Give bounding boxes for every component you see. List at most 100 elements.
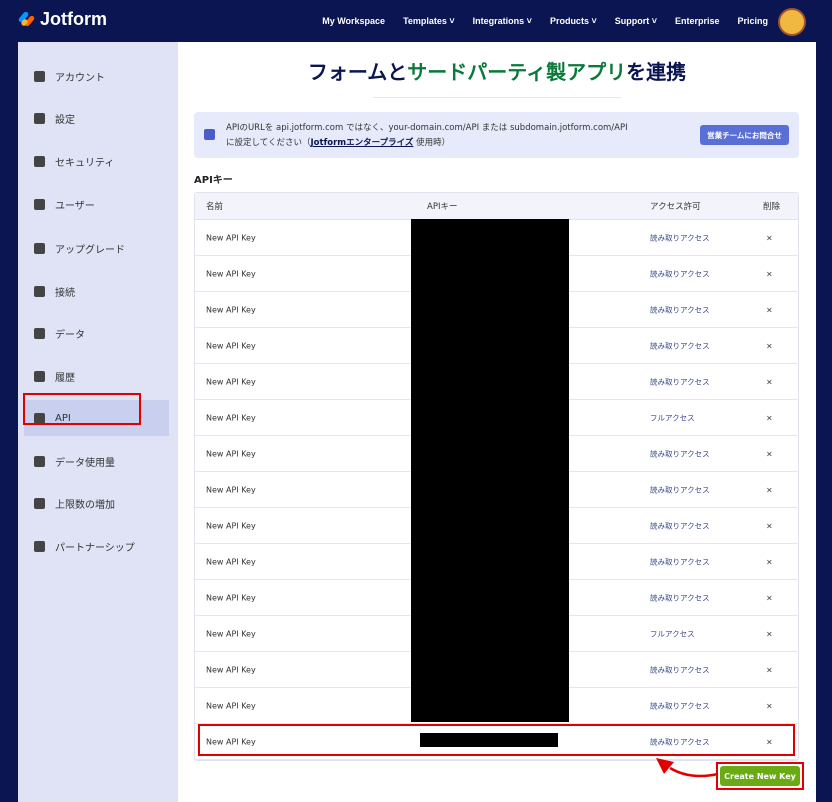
- delete-icon[interactable]: ×: [766, 269, 773, 278]
- nav-link[interactable]: Pricing: [737, 16, 768, 26]
- access-dropdown[interactable]: 読み取りアクセス: [650, 520, 710, 531]
- key-name: New API Key: [206, 485, 256, 494]
- sidebar-item[interactable]: ユーザー: [24, 186, 169, 222]
- delete-icon[interactable]: ×: [766, 665, 773, 674]
- access-dropdown[interactable]: フルアクセス: [650, 628, 695, 639]
- sidebar-item-label: アップグレード: [55, 244, 125, 256]
- divider: [373, 97, 621, 98]
- gift-icon: [34, 497, 45, 509]
- brand-name: Jotform: [40, 9, 107, 29]
- contact-sales-button[interactable]: 営業チームにお問合せ: [700, 125, 789, 145]
- delete-icon[interactable]: ×: [766, 485, 773, 494]
- section-title: APIキー: [194, 175, 233, 186]
- access-dropdown[interactable]: 読み取りアクセス: [650, 340, 710, 351]
- avatar[interactable]: [778, 8, 806, 36]
- key-name: New API Key: [206, 233, 256, 242]
- header-api-key: APIキー: [427, 202, 458, 212]
- access-dropdown[interactable]: 読み取りアクセス: [650, 556, 710, 567]
- sidebar-item-label: 設定: [55, 114, 75, 126]
- sidebar-item-label: 履歴: [55, 372, 75, 384]
- api-highlight-box: [23, 393, 141, 425]
- delete-icon[interactable]: ×: [766, 629, 773, 638]
- access-dropdown[interactable]: フルアクセス: [650, 412, 695, 423]
- delete-icon[interactable]: ×: [766, 557, 773, 566]
- plug-icon: [34, 285, 45, 297]
- sidebar-item-label: ユーザー: [55, 200, 95, 212]
- sidebar-item[interactable]: 設定: [24, 100, 169, 136]
- key-name: New API Key: [206, 377, 256, 386]
- gear-icon: [34, 112, 45, 124]
- key-name: New API Key: [206, 557, 256, 566]
- delete-icon[interactable]: ×: [766, 521, 773, 530]
- sidebar-item[interactable]: セキュリティ: [24, 143, 169, 179]
- sidebar-item[interactable]: 履歴: [24, 358, 169, 394]
- sidebar-item-label: パートナーシップ: [55, 542, 135, 554]
- header-access: アクセス許可: [650, 202, 701, 212]
- key-name: New API Key: [206, 449, 256, 458]
- sidebar-item[interactable]: アカウント: [24, 58, 169, 94]
- delete-icon[interactable]: ×: [766, 701, 773, 710]
- sidebar-item-label: 上限数の増加: [55, 499, 115, 511]
- nav-link[interactable]: My Workspace: [322, 16, 385, 26]
- delete-icon[interactable]: ×: [766, 233, 773, 242]
- header-delete: 削除: [763, 202, 781, 212]
- delete-icon[interactable]: ×: [766, 377, 773, 386]
- upgrade-icon: [34, 242, 45, 254]
- delete-icon[interactable]: ×: [766, 305, 773, 314]
- users-icon: [34, 198, 45, 210]
- table-header: 名前 APIキー アクセス許可 削除: [195, 193, 798, 220]
- sidebar-item[interactable]: アップグレード: [24, 230, 169, 266]
- database-icon: [34, 327, 45, 339]
- key-name: New API Key: [206, 413, 256, 422]
- header-name: 名前: [206, 202, 224, 212]
- sidebar-item[interactable]: 接続: [24, 273, 169, 309]
- top-navbar: Jotform My Workspace Templates ˅ Integrati…: [0, 0, 832, 42]
- access-dropdown[interactable]: 読み取りアクセス: [650, 700, 710, 711]
- access-dropdown[interactable]: 読み取りアクセス: [650, 448, 710, 459]
- history-icon: [34, 370, 45, 382]
- nav-link[interactable]: Products ˅: [550, 16, 597, 26]
- key-name: New API Key: [206, 665, 256, 674]
- key-name: New API Key: [206, 341, 256, 350]
- sidebar-item[interactable]: 上限数の増加: [24, 485, 169, 521]
- key-name: New API Key: [206, 701, 256, 710]
- key-name: New API Key: [206, 593, 256, 602]
- access-dropdown[interactable]: 読み取りアクセス: [650, 484, 710, 495]
- jotform-logo[interactable]: Jotform: [17, 9, 107, 30]
- handshake-icon: [34, 540, 45, 552]
- bar-chart-icon: [34, 455, 45, 467]
- access-dropdown[interactable]: 読み取りアクセス: [650, 268, 710, 279]
- key-name: New API Key: [206, 521, 256, 530]
- create-new-key-button[interactable]: Create New Key: [720, 766, 800, 786]
- nav-link[interactable]: Enterprise: [675, 16, 720, 26]
- jotform-logo-icon: [17, 10, 36, 29]
- access-dropdown[interactable]: 読み取りアクセス: [650, 376, 710, 387]
- delete-icon[interactable]: ×: [766, 593, 773, 602]
- sidebar-item[interactable]: データ: [24, 315, 169, 351]
- enterprise-link[interactable]: Jotformエンタープライズ: [311, 138, 414, 148]
- redacted-keys: [411, 219, 569, 722]
- delete-icon[interactable]: ×: [766, 449, 773, 458]
- page-title: フォームとサードパーティ製アプリを連携: [307, 60, 687, 84]
- key-name: New API Key: [206, 269, 256, 278]
- nav-link[interactable]: Integrations ˅: [473, 16, 532, 26]
- banner-text-end: 使用時）: [413, 138, 451, 148]
- access-dropdown[interactable]: 読み取りアクセス: [650, 664, 710, 675]
- delete-icon[interactable]: ×: [766, 341, 773, 350]
- sidebar-item-label: アカウント: [55, 72, 105, 84]
- user-icon: [34, 70, 45, 82]
- sidebar-item[interactable]: パートナーシップ: [24, 528, 169, 564]
- key-name: New API Key: [206, 305, 256, 314]
- access-dropdown[interactable]: 読み取りアクセス: [650, 592, 710, 603]
- rocket-icon: [204, 129, 215, 140]
- delete-icon[interactable]: ×: [766, 413, 773, 422]
- arrow-annotation: [656, 758, 719, 778]
- nav-link[interactable]: Templates ˅: [403, 16, 455, 26]
- access-dropdown[interactable]: 読み取りアクセス: [650, 232, 710, 243]
- sidebar-item[interactable]: データ使用量: [24, 443, 169, 479]
- sidebar-item-label: データ: [55, 329, 85, 341]
- key-name: New API Key: [206, 629, 256, 638]
- access-dropdown[interactable]: 読み取りアクセス: [650, 304, 710, 315]
- nav-link[interactable]: Support ˅: [615, 16, 657, 26]
- lock-icon: [34, 155, 45, 167]
